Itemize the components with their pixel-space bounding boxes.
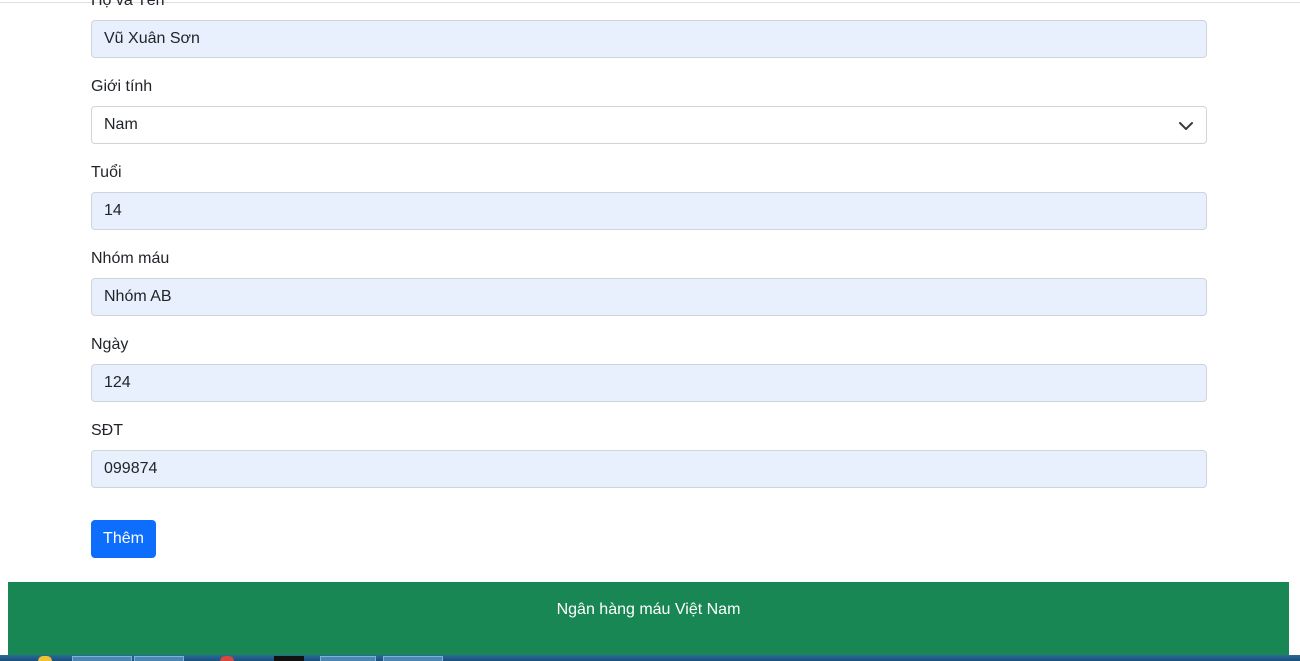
blood-group-label: Nhóm máu <box>91 250 170 267</box>
footer: Ngân hàng máu Việt Nam <box>8 582 1289 656</box>
age-field[interactable] <box>91 192 1207 230</box>
taskbar-item[interactable] <box>134 656 184 661</box>
page: Họ và Tên Giới tính Nam Tuổi Nhóm máu Ng… <box>0 0 1300 661</box>
age-label: Tuổi <box>91 164 122 181</box>
header-divider <box>0 2 1300 3</box>
phone-field[interactable] <box>91 450 1207 488</box>
taskbar-item[interactable] <box>320 656 376 661</box>
add-button[interactable]: Thêm <box>91 520 156 558</box>
footer-text: Ngân hàng máu Việt Nam <box>556 601 741 618</box>
taskbar-item[interactable] <box>383 656 443 661</box>
phone-label: SĐT <box>91 422 123 439</box>
date-label: Ngày <box>91 336 129 353</box>
date-field[interactable] <box>91 364 1207 402</box>
taskbar-app-icon[interactable] <box>274 656 304 661</box>
browser-icon[interactable] <box>220 656 234 661</box>
fullname-label: Họ và Tên <box>91 0 165 9</box>
gender-label: Giới tính <box>91 78 153 95</box>
fullname-field[interactable] <box>91 20 1207 58</box>
start-button-icon[interactable] <box>38 656 52 661</box>
taskbar-item[interactable] <box>72 656 132 661</box>
gender-select[interactable]: Nam <box>91 106 1207 144</box>
gender-select-value: Nam <box>104 116 138 133</box>
blood-group-field[interactable] <box>91 278 1207 316</box>
os-taskbar <box>0 655 1300 661</box>
chevron-down-icon <box>1179 122 1193 130</box>
